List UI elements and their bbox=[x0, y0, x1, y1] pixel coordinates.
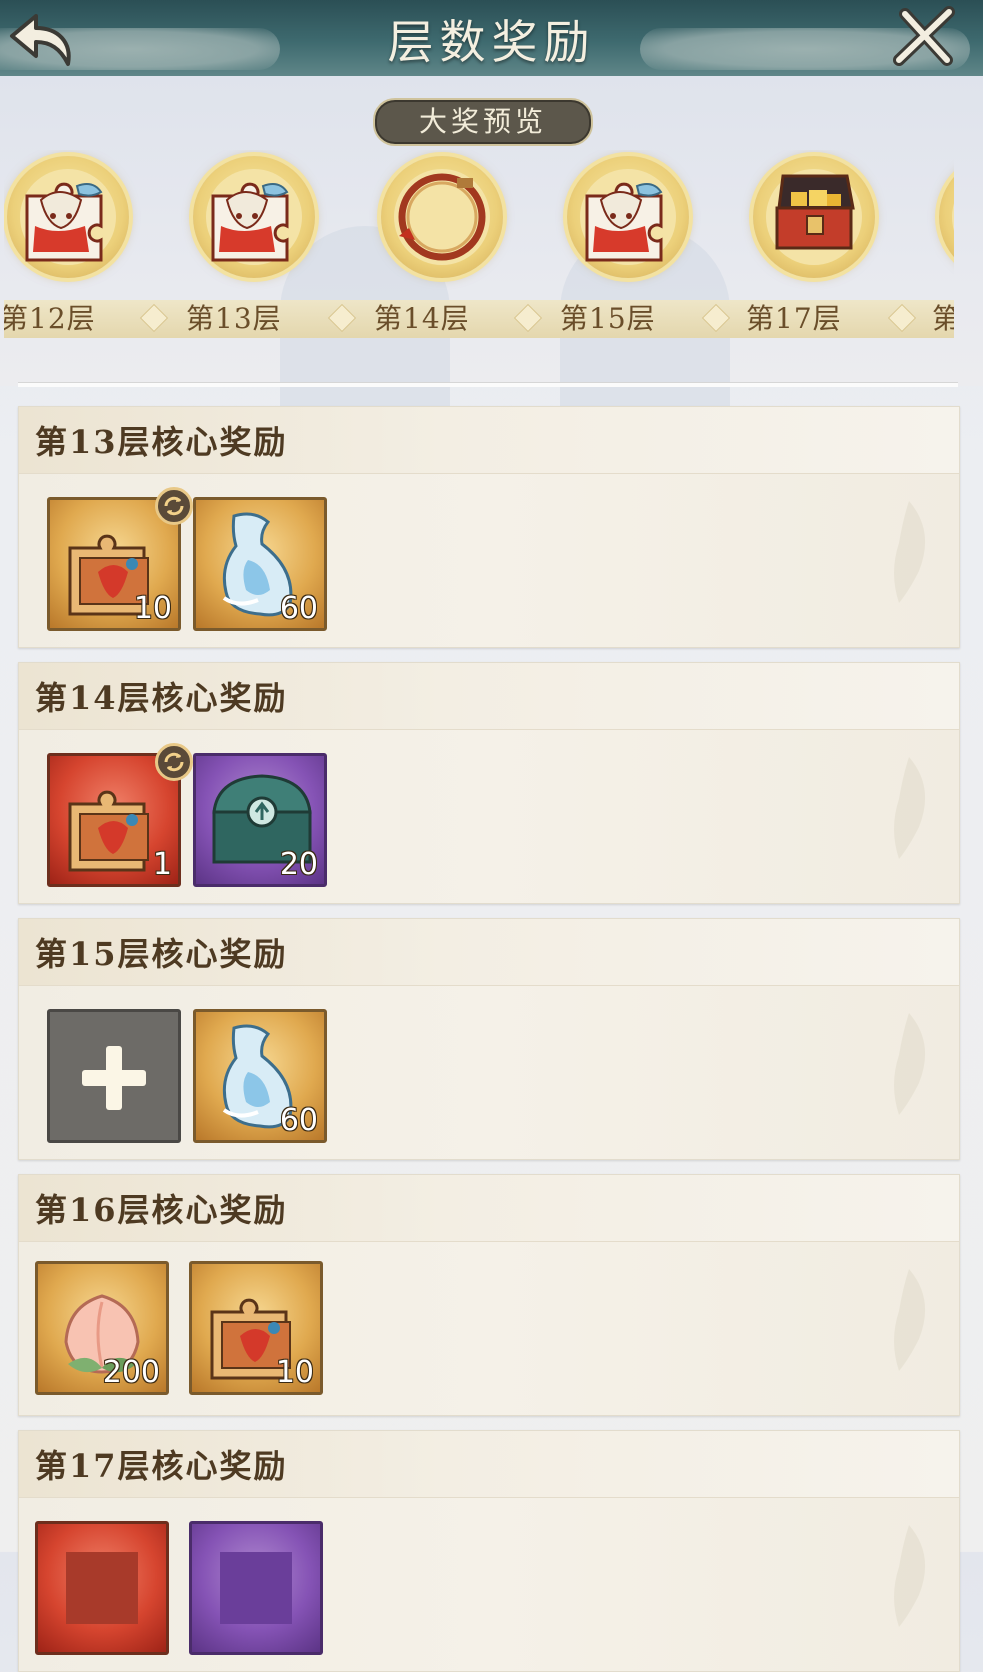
prize-preview-item[interactable]: 第14层 bbox=[374, 150, 524, 350]
prize-icon-frame bbox=[939, 156, 954, 278]
avatar-frame-icon bbox=[394, 169, 490, 265]
puzzle-portrait-icon bbox=[20, 169, 116, 265]
floor-label: 第13层 bbox=[186, 302, 282, 335]
floor-reward-card: 第16层核心奖励 200 10 bbox=[18, 1174, 960, 1416]
page-title: 层数奖励 bbox=[387, 15, 596, 69]
card-title: 第17层核心奖励 bbox=[35, 1447, 288, 1485]
floor-reward-card: 第17层核心奖励 bbox=[18, 1430, 960, 1672]
card-header: 第14层核心奖励 bbox=[19, 663, 959, 730]
card-header: 第15层核心奖励 bbox=[19, 919, 959, 986]
reward-item-tile[interactable]: 200 bbox=[35, 1261, 169, 1395]
grand-prize-preview-label: 大奖预览 bbox=[373, 98, 593, 146]
refresh-icon bbox=[164, 496, 184, 516]
floor-reward-card: 第13层核心奖励 10 60 bbox=[18, 406, 960, 648]
item-quantity: 20 bbox=[279, 847, 318, 882]
item-quantity: 200 bbox=[102, 1355, 160, 1390]
close-icon bbox=[893, 6, 955, 66]
floor-label: 第15层 bbox=[560, 302, 656, 335]
prize-preview-item[interactable]: 第15层 bbox=[560, 150, 710, 350]
red-item-icon bbox=[66, 1552, 138, 1624]
floor-label: 第17层 bbox=[746, 302, 842, 335]
purple-item-icon bbox=[220, 1552, 292, 1624]
reward-item-tile[interactable]: 20 bbox=[193, 753, 327, 887]
floor-reward-card: 第15层核心奖励 60 bbox=[18, 918, 960, 1160]
prize-icon-frame bbox=[381, 156, 503, 278]
feather-decoration bbox=[894, 1525, 926, 1627]
prize-icon-frame bbox=[567, 156, 689, 278]
puzzle-portrait-icon bbox=[206, 169, 302, 265]
treasure-chest-icon bbox=[766, 169, 862, 265]
puzzle-portrait-icon bbox=[952, 203, 954, 231]
prize-carousel[interactable]: 第12层 第13层 第14层 第15层 第17层 第 bbox=[4, 150, 954, 350]
item-quantity: 10 bbox=[275, 1355, 314, 1390]
floor-label: 第12层 bbox=[4, 302, 96, 335]
card-header: 第17层核心奖励 bbox=[19, 1431, 959, 1498]
refresh-badge[interactable] bbox=[155, 487, 193, 525]
plus-icon bbox=[82, 1046, 146, 1110]
feather-decoration bbox=[894, 1013, 926, 1115]
floor-reward-card: 第14层核心奖励 1 20 bbox=[18, 662, 960, 904]
floor-label: 第14层 bbox=[374, 302, 470, 335]
prize-icon-frame bbox=[7, 156, 129, 278]
feather-decoration bbox=[894, 501, 926, 603]
refresh-badge[interactable] bbox=[155, 743, 193, 781]
feather-decoration bbox=[894, 1269, 926, 1371]
puzzle-portrait-icon bbox=[580, 169, 676, 265]
reward-item-tile[interactable]: 10 bbox=[189, 1261, 323, 1395]
card-header: 第13层核心奖励 bbox=[19, 407, 959, 474]
divider bbox=[18, 382, 958, 387]
item-quantity: 1 bbox=[152, 847, 172, 882]
prize-preview-item[interactable]: 第17层 bbox=[746, 150, 896, 350]
card-title: 第14层核心奖励 bbox=[35, 679, 288, 717]
prize-preview-item[interactable]: 第 bbox=[932, 150, 954, 350]
title-bar: 层数奖励 bbox=[0, 0, 983, 79]
item-quantity: 10 bbox=[133, 591, 172, 626]
floor-label: 第 bbox=[932, 302, 954, 335]
item-quantity: 60 bbox=[279, 591, 318, 626]
feather-decoration bbox=[894, 757, 926, 859]
card-header: 第16层核心奖励 bbox=[19, 1175, 959, 1242]
reward-item-tile[interactable]: 60 bbox=[193, 1009, 327, 1143]
prize-icon-frame bbox=[193, 156, 315, 278]
card-title: 第15层核心奖励 bbox=[35, 935, 288, 973]
reward-item-tile[interactable] bbox=[47, 1009, 181, 1143]
card-title: 第13层核心奖励 bbox=[35, 423, 288, 461]
prize-icon-frame bbox=[753, 156, 875, 278]
prize-preview-item[interactable]: 第12层 bbox=[4, 150, 150, 350]
prize-preview-item[interactable]: 第13层 bbox=[186, 150, 336, 350]
refresh-icon bbox=[164, 752, 184, 772]
reward-item-tile[interactable]: 60 bbox=[193, 497, 327, 631]
reward-item-tile[interactable] bbox=[35, 1521, 169, 1655]
card-title: 第16层核心奖励 bbox=[35, 1191, 288, 1229]
close-button[interactable] bbox=[893, 4, 957, 68]
reward-item-tile[interactable] bbox=[189, 1521, 323, 1655]
item-quantity: 60 bbox=[279, 1103, 318, 1138]
